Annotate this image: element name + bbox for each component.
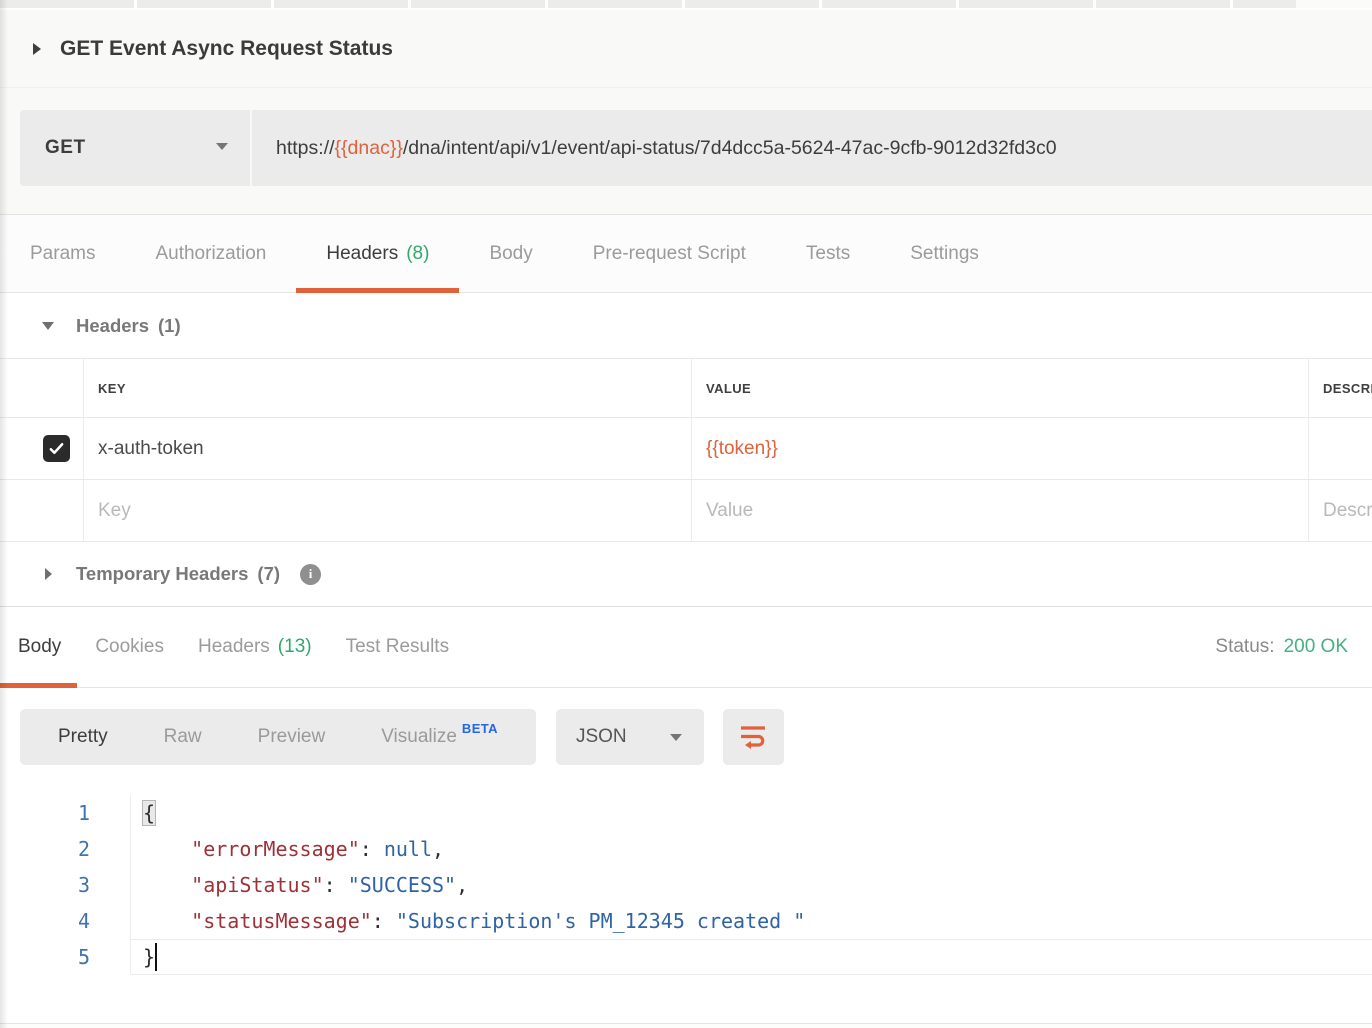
code-line-3: 3 "apiStatus": "SUCCESS", [0,867,1372,903]
wrap-lines-button[interactable] [723,709,784,765]
status-badge: 200 OK [1284,636,1348,658]
status-label: Status: [1215,636,1274,658]
collapse-caret-icon[interactable] [45,568,52,580]
tab-body[interactable]: Body [459,215,562,292]
json-key-token: "errorMessage" [191,837,360,861]
close-brace-token: } [143,945,155,969]
line-number: 1 [0,795,90,831]
text-wrap-icon [739,723,767,750]
code-line-5: 5 } [0,939,1372,975]
tab-authorization[interactable]: Authorization [125,215,296,292]
response-pane: Body Cookies Headers (13) Test Results S… [0,607,1372,1028]
temporary-headers-title: Temporary Headers [76,563,248,585]
json-value-token: "SUCCESS" [348,873,456,897]
request-tabs: Params Authorization Headers (8) Body Pr… [0,215,1372,293]
headers-section-title: Headers [76,315,149,337]
headers-editor: Headers (1) KEY VALUE DESCRIPTION x-auth… [0,293,1372,607]
headers-table-header: KEY VALUE DESCRIPTION [0,358,1372,418]
format-label: JSON [576,726,627,748]
request-title: GET Event Async Request Status [60,37,393,61]
header-key-cell[interactable]: x-auth-token [83,418,691,479]
code-line-4: 4 "statusMessage": "Subscription's PM_12… [0,903,1372,939]
json-value-token: null [384,837,432,861]
visualize-button[interactable]: Visualize BETA [353,726,526,748]
response-status: Status: 200 OK [1215,607,1372,687]
url-protocol: https:// [276,137,335,160]
view-mode-group: Pretty Raw Preview Visualize BETA [20,709,536,765]
tab-pre-request-script[interactable]: Pre-request Script [563,215,776,292]
url-path: /dna/intent/api/v1/event/api-status/7d4d… [403,137,1057,160]
line-number: 2 [0,831,90,867]
table-row: x-auth-token {{token}} [0,418,1372,480]
url-input[interactable]: https://{{dnac}}/dna/intent/api/v1/event… [252,110,1372,186]
line-number: 3 [0,867,90,903]
line-number: 5 [0,939,90,975]
response-body-editor[interactable]: 1 { 2 "errorMessage": null, 3 "apiStatus… [0,785,1372,975]
new-key-input[interactable]: Key [83,480,691,541]
postman-window: GET Event Async Request Status GET https… [0,0,1372,1028]
response-toolbar: Pretty Raw Preview Visualize BETA JSON [0,688,1372,785]
header-enabled-checkbox[interactable] [43,435,70,462]
text-cursor [155,943,157,971]
code-line-1: 1 { [0,795,1372,831]
headers-section-count: (1) [158,315,181,337]
column-header-key: KEY [83,359,691,417]
tab-tests[interactable]: Tests [776,215,880,292]
row-checkbox-cell-empty [0,480,83,541]
new-value-input[interactable]: Value [691,480,1308,541]
bottom-divider [0,1023,1372,1028]
method-select[interactable]: GET [20,110,252,186]
url-row: GET https://{{dnac}}/dna/intent/api/v1/e… [0,88,1372,215]
preview-button[interactable]: Preview [230,726,354,748]
raw-button[interactable]: Raw [136,726,230,748]
response-tabbar: Body Cookies Headers (13) Test Results S… [0,607,1372,688]
tab-cookies[interactable]: Cookies [77,607,180,687]
url-variable: {{dnac}} [335,137,403,160]
json-key-token: "statusMessage" [191,909,372,933]
format-select[interactable]: JSON [556,709,704,765]
tab-test-results[interactable]: Test Results [328,607,465,687]
chevron-down-icon [670,734,682,741]
check-icon [48,440,65,457]
open-brace-token: { [143,801,155,825]
info-icon[interactable]: i [300,564,321,585]
header-description-cell[interactable] [1308,418,1372,479]
new-description-input[interactable]: Description [1308,480,1372,541]
json-key-token: "apiStatus" [191,873,323,897]
column-header-description: DESCRIPTION [1308,359,1372,417]
request-title-row[interactable]: GET Event Async Request Status [0,10,1372,88]
json-value-token: "Subscription's PM_12345 created " [396,909,805,933]
tab-params[interactable]: Params [0,215,125,292]
temporary-headers-count: (7) [257,563,280,585]
line-number: 4 [0,903,90,939]
temporary-headers-section[interactable]: Temporary Headers (7) i [0,542,1372,607]
table-row-placeholder: Key Value Description [0,480,1372,542]
headers-section-header[interactable]: Headers (1) [0,293,1372,358]
headers-count-badge: (8) [406,243,429,265]
bottom-spacer [0,975,1372,1023]
chevron-down-icon[interactable] [42,322,54,330]
workspace-tab-strip[interactable] [0,0,1372,10]
column-header-value: VALUE [691,359,1308,417]
tab-settings[interactable]: Settings [880,215,1009,292]
row-checkbox-cell [0,418,83,479]
response-headers-count-badge: (13) [278,636,312,658]
checkbox-column-header [0,359,83,417]
code-line-2: 2 "errorMessage": null, [0,831,1372,867]
request-header: GET Event Async Request Status GET https… [0,10,1372,215]
pretty-button[interactable]: Pretty [30,726,136,748]
tab-headers[interactable]: Headers (8) [296,215,459,292]
header-value-cell[interactable]: {{token}} [691,418,1308,479]
beta-badge: BETA [462,721,498,736]
tab-response-body[interactable]: Body [0,607,77,687]
method-label: GET [45,137,86,159]
url-bar: GET https://{{dnac}}/dna/intent/api/v1/e… [20,110,1372,186]
workspace-tab-strip-end [1296,0,1372,8]
collapse-caret-icon[interactable] [33,43,41,55]
tab-response-headers[interactable]: Headers (13) [180,607,328,687]
chevron-down-icon [216,143,228,150]
